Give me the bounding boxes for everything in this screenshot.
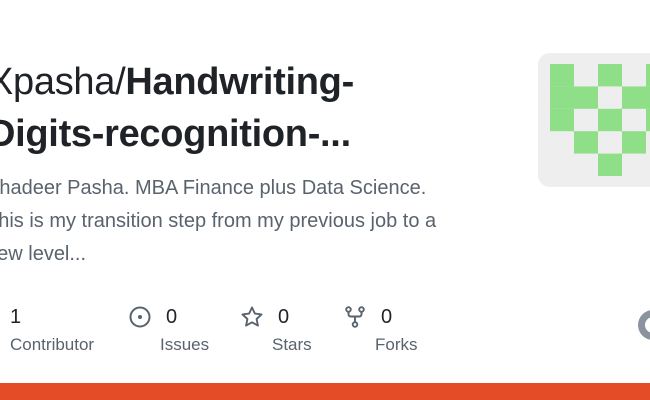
contributors-label: Contributor [10, 335, 95, 354]
repo-title-line-1: Xpasha/Handwriting- [0, 56, 508, 108]
issues-label: Issues [160, 335, 210, 354]
repo-description: Shadeer Pasha. MBA Finance plus Data Sci… [0, 172, 496, 271]
repo-name-part-1[interactable]: Handwriting- [125, 61, 354, 103]
github-logo-inner [645, 317, 650, 333]
identicon [550, 64, 650, 176]
description-line-3: new level... [0, 243, 87, 265]
stat-issues[interactable]: 0 Issues [128, 303, 209, 355]
repo-stats: 1 Contributor 0 Issues 0 Stars 0 Forks [0, 303, 650, 363]
forks-count: 0 [381, 305, 393, 328]
repo-title-line-2: Digits-recognition-... [0, 108, 508, 160]
stat-contributors[interactable]: 1 Contributor [10, 303, 94, 355]
forks-label: Forks [375, 335, 418, 354]
stars-count: 0 [278, 305, 290, 328]
description-line-1: Shadeer Pasha. MBA Finance plus Data Sci… [0, 177, 427, 199]
description-line-2: This is my transition step from my previ… [0, 210, 437, 232]
star-icon [241, 306, 263, 327]
owner-avatar[interactable] [538, 53, 650, 187]
repo-owner[interactable]: Xpasha/ [0, 61, 126, 103]
issue-icon [129, 306, 151, 328]
fork-icon [345, 306, 365, 328]
contributors-count: 1 [10, 305, 22, 328]
repo-title[interactable]: Xpasha/Handwriting- Digits-recognition-.… [0, 56, 508, 160]
issues-count: 0 [166, 305, 178, 328]
stat-forks[interactable]: 0 Forks [343, 303, 418, 355]
stat-stars[interactable]: 0 Stars [240, 303, 312, 355]
repo-name-part-2[interactable]: Digits-recognition-... [0, 113, 351, 155]
stars-label: Stars [272, 335, 312, 354]
language-bar [0, 383, 650, 400]
